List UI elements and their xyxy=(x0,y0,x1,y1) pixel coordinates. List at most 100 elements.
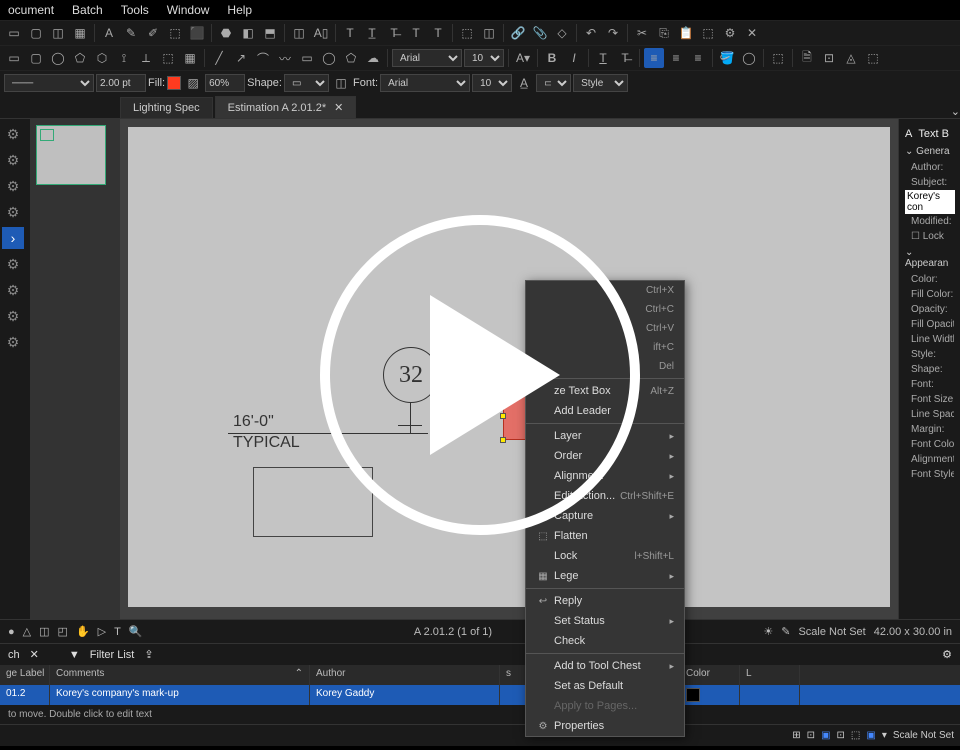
callout-icon[interactable]: A▯ xyxy=(311,23,331,43)
stamp-icon[interactable]: ⬣ xyxy=(216,23,236,43)
context-menu-item[interactable]: Ctrl+X xyxy=(526,281,684,300)
lock-checkbox[interactable]: ☐ Lock xyxy=(905,229,954,244)
context-menu-item[interactable]: ⚙Properties xyxy=(526,716,684,736)
font-select[interactable]: Arial xyxy=(380,74,470,92)
col-color[interactable]: Color xyxy=(680,665,740,685)
context-menu-item[interactable]: Capture▸ xyxy=(526,506,684,526)
filter-icon[interactable]: ▼ xyxy=(69,649,80,661)
context-menu-item[interactable]: Set Status▸ xyxy=(526,611,684,631)
scale-label[interactable]: Scale Not Set xyxy=(798,626,865,638)
general-section[interactable]: ⌄ Genera xyxy=(905,143,954,160)
tool-icon[interactable]: ⚙ xyxy=(720,23,740,43)
filter-label[interactable]: Filter List xyxy=(90,649,135,661)
tool-icon[interactable]: T̶ xyxy=(384,23,404,43)
redo-icon[interactable]: ↷ xyxy=(603,23,623,43)
subject-input[interactable]: Korey's con xyxy=(905,190,955,214)
tab-lighting-spec[interactable]: Lighting Spec xyxy=(120,97,213,118)
ellipse-icon[interactable]: ◯ xyxy=(319,48,339,68)
tool-icon[interactable]: ⬒ xyxy=(260,23,280,43)
measure-icon[interactable]: ⟟ xyxy=(114,48,134,68)
col-comments[interactable]: Comments ⌃ xyxy=(50,665,310,685)
col-layer[interactable]: L xyxy=(740,665,800,685)
scale-label[interactable]: Scale Not Set xyxy=(893,730,954,741)
context-menu-item[interactable]: Order▸ xyxy=(526,446,684,466)
context-menu-item[interactable]: Edit Action...Ctrl+Shift+E xyxy=(526,486,684,506)
export-icon[interactable]: ⇪ xyxy=(144,648,153,661)
page-thumbnail[interactable] xyxy=(36,125,106,185)
rect-icon[interactable]: ▭ xyxy=(297,48,317,68)
font-size-select[interactable]: 10 xyxy=(472,74,512,92)
menu-help[interactable]: Help xyxy=(227,3,252,17)
tool-icon[interactable]: ◬ xyxy=(841,48,861,68)
context-menu-item[interactable]: ▦Lege▸ xyxy=(526,566,684,586)
tool-icon[interactable]: ▣ xyxy=(821,730,830,741)
fill-color-swatch[interactable] xyxy=(167,76,181,90)
tab-estimation[interactable]: Estimation A 2.01.2*✕ xyxy=(215,96,357,118)
context-menu-item[interactable]: Check xyxy=(526,631,684,651)
menu-batch[interactable]: Batch xyxy=(72,3,103,17)
tool-icon[interactable]: ⊡ xyxy=(837,730,845,741)
opacity-input[interactable] xyxy=(205,74,245,92)
col-author[interactable]: Author xyxy=(310,665,500,685)
text-tool-icon[interactable]: A xyxy=(99,23,119,43)
tool-icon[interactable]: ▦ xyxy=(70,23,90,43)
close-icon[interactable]: ✕ xyxy=(334,101,343,114)
context-menu-item[interactable]: Ctrl+C xyxy=(526,300,684,319)
style-select[interactable]: Style xyxy=(573,74,628,92)
text-select-icon[interactable]: T xyxy=(114,626,121,638)
highlighter-icon[interactable]: ✎ xyxy=(121,23,141,43)
tool-icon[interactable]: T̲ xyxy=(362,23,382,43)
text-align-select[interactable]: ▭ xyxy=(536,74,571,92)
cut-icon[interactable]: ✂ xyxy=(632,23,652,43)
context-menu-item[interactable]: Del xyxy=(526,357,684,376)
tool-icon[interactable]: T xyxy=(428,23,448,43)
grid-icon[interactable]: ⊞ xyxy=(792,730,800,741)
copy-icon[interactable]: ⎘ xyxy=(654,23,674,43)
gear-icon[interactable]: ⚙ xyxy=(2,175,24,197)
align-right-icon[interactable]: ≡ xyxy=(688,48,708,68)
measure-icon[interactable]: ⟂ xyxy=(136,48,156,68)
line-icon[interactable]: ╱ xyxy=(209,48,229,68)
nav-icon[interactable]: ◰ xyxy=(58,625,68,638)
context-menu-item[interactable]: ift+C xyxy=(526,338,684,357)
columns-icon[interactable]: ⚙ xyxy=(942,648,952,661)
tool-icon[interactable]: ▢ xyxy=(26,23,46,43)
context-menu-item[interactable]: Alignment▸ xyxy=(526,466,684,486)
fill-icon[interactable]: 🪣 xyxy=(717,48,737,68)
tool-icon[interactable]: ▭ xyxy=(4,23,24,43)
gear-icon[interactable]: ⚙ xyxy=(2,331,24,353)
context-menu-item[interactable]: Lockl+Shift+L xyxy=(526,546,684,566)
tool-icon[interactable]: ▾ xyxy=(882,730,887,741)
context-menu-item[interactable]: ↩Reply xyxy=(526,591,684,611)
brightness-icon[interactable]: ☀ xyxy=(763,625,773,638)
eraser-icon[interactable]: ◇ xyxy=(552,23,572,43)
nav-icon[interactable]: ● xyxy=(8,626,15,638)
page-icon[interactable]: 🗎 xyxy=(797,48,817,68)
table-row[interactable]: 01.2 Korey's company's mark-up Korey Gad… xyxy=(0,685,960,705)
paste-icon[interactable]: 📋 xyxy=(676,23,696,43)
snap-icon[interactable]: ⊡ xyxy=(807,730,815,741)
undo-icon[interactable]: ↶ xyxy=(581,23,601,43)
tool-icon[interactable]: ⬚ xyxy=(457,23,477,43)
close-icon[interactable]: ✕ xyxy=(742,23,762,43)
nav-icon[interactable]: △ xyxy=(23,625,31,638)
menu-window[interactable]: Window xyxy=(167,3,210,17)
polyline-icon[interactable]: 〰 xyxy=(275,48,295,68)
fill-pattern-icon[interactable]: ▨ xyxy=(183,73,203,93)
menu-document[interactable]: ocument xyxy=(8,3,54,17)
context-menu-item[interactable]: Add Leader xyxy=(526,401,684,421)
context-menu-item[interactable]: ⬚Flatten xyxy=(526,526,684,546)
align-left-icon[interactable]: ≡ xyxy=(644,48,664,68)
gear-icon[interactable]: ⚙ xyxy=(2,149,24,171)
font-size-select[interactable]: 10 xyxy=(464,49,504,67)
tool-icon[interactable]: ◫ xyxy=(48,23,68,43)
polygon-icon[interactable]: ⬠ xyxy=(341,48,361,68)
align-center-icon[interactable]: ≡ xyxy=(666,48,686,68)
tool-icon[interactable]: T xyxy=(340,23,360,43)
gear-icon[interactable]: ⚙ xyxy=(2,253,24,275)
arrow-icon[interactable]: ↗ xyxy=(231,48,251,68)
tool-icon[interactable]: ◫ xyxy=(479,23,499,43)
appearance-section[interactable]: ⌄ Appearan xyxy=(905,244,954,272)
zoom-icon[interactable]: 🔍 xyxy=(129,625,143,638)
tool-icon[interactable]: ⬚ xyxy=(863,48,883,68)
